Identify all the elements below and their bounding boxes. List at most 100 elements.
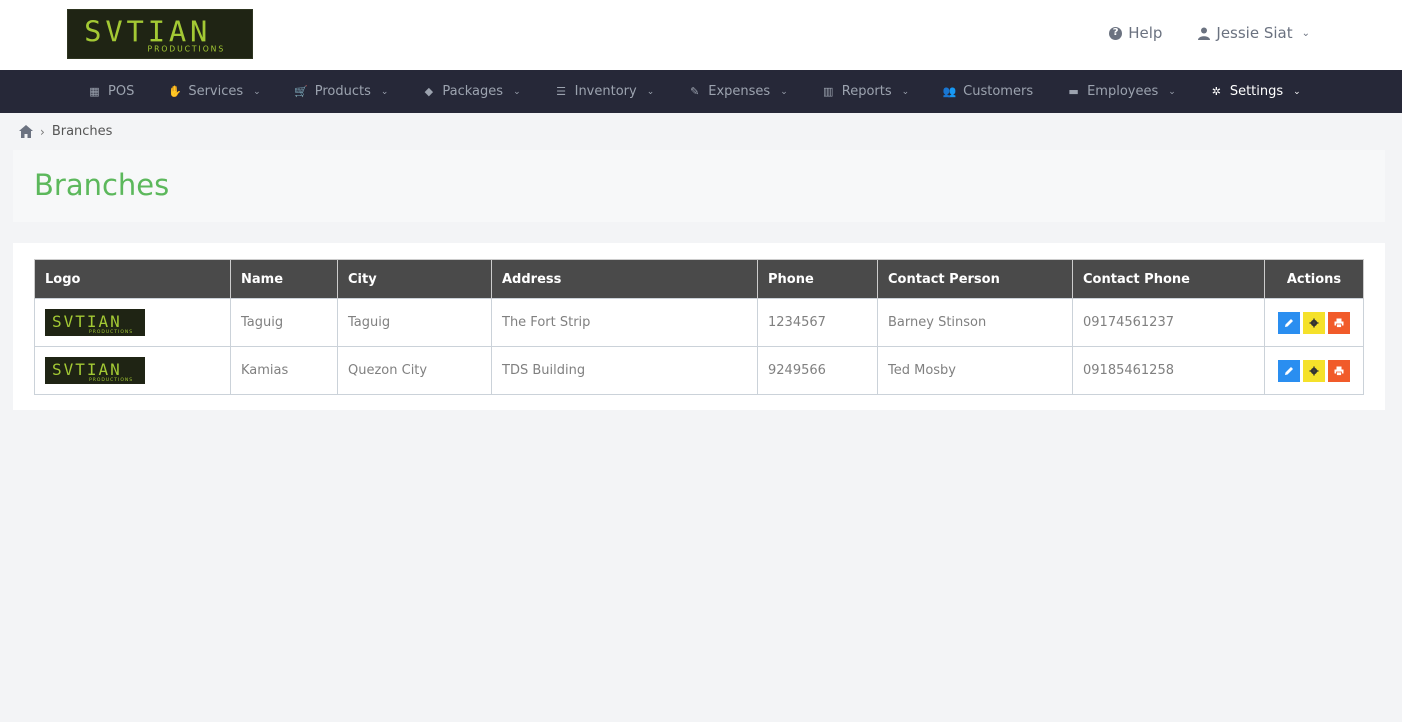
cell-actions [1264,346,1364,395]
col-actions: Actions [1264,259,1364,299]
nav-item-label: Services [188,84,244,99]
col-contact-person: Contact Person [877,259,1073,299]
print-button[interactable] [1328,311,1350,334]
col-name: Name [230,259,338,299]
nav-item-label: Settings [1229,84,1284,99]
cell-logo: SVTIAN PRODUCTIONS [34,298,231,347]
cell-city: Taguig [337,298,492,347]
nav-item-label: Inventory [574,84,637,99]
cell-name: Taguig [230,298,338,347]
user-icon [1198,27,1211,40]
branch-logo: SVTIAN PRODUCTIONS [45,357,145,384]
pencil-icon [1285,318,1293,327]
home-icon[interactable] [19,125,33,138]
chevron-down-icon: ⌄ [1301,27,1310,39]
nav-item-label: Employees [1087,84,1159,99]
tags-icon: ◆ [424,85,434,98]
question-circle-icon: ? [1109,26,1123,40]
cell-contact-person: Barney Stinson [877,298,1073,347]
nav-item-pos[interactable]: ▦ POS [88,84,134,99]
chevron-down-icon: ⌄ [901,86,910,97]
branch-logo: SVTIAN PRODUCTIONS [45,309,145,336]
nav-item-label: Customers [963,84,1034,99]
nav-item-label: Expenses [708,84,771,99]
branch-logo-wordmark: SVTIAN [52,360,122,379]
title-panel: Branches [13,150,1385,222]
table-row: SVTIAN PRODUCTIONS Kamias Quezon City TDS Bu… [34,346,1364,395]
nav-item-customers[interactable]: 👥 Customers [943,84,1033,99]
chevron-down-icon: ⌄ [253,86,261,97]
edit-icon: ✎ [690,85,700,98]
branches-card: Logo Name City Address Phone Contact Per… [13,243,1385,410]
col-contact-phone: Contact Phone [1072,259,1265,299]
cell-phone: 1234567 [757,298,878,347]
cell-contact-person: Ted Mosby [877,346,1073,395]
bar-chart-icon: ▥ [823,85,834,98]
col-phone: Phone [757,259,878,299]
edit-button[interactable] [1278,311,1300,334]
gear-icon [1309,366,1319,375]
nav-item-settings[interactable]: ✲ Settings ⌄ [1210,84,1301,99]
breadcrumb-current: Branches [51,124,113,139]
cell-phone: 9249566 [757,346,878,395]
breadcrumb: › Branches [19,124,112,139]
table-row: SVTIAN PRODUCTIONS Taguig Taguig The Fort St… [34,298,1364,347]
chevron-down-icon: ⌄ [780,86,788,97]
nav-item-expenses[interactable]: ✎ Expenses ⌄ [688,84,788,99]
nav-items: ▦ POS ✋ Services ⌄ 🛒 Products ⌄ ◆ Packages ⌄ ☰ Inven… [88,70,1335,113]
nav-item-label: POS [108,84,135,99]
chevron-down-icon: ⌄ [646,86,655,97]
chevron-down-icon: ⌄ [1293,86,1301,97]
nav-item-reports[interactable]: ▥ Reports ⌄ [822,84,909,99]
nav-item-label: Reports [841,84,892,99]
cell-address: The Fort Strip [491,298,758,347]
user-name: Jessie Siat [1216,24,1293,42]
cart-icon: 🛒 [294,85,309,98]
nav-item-employees[interactable]: ▬ Employees ⌄ [1067,84,1176,99]
settings-button[interactable] [1303,311,1325,334]
cell-address: TDS Building [491,346,758,395]
cell-logo: SVTIAN PRODUCTIONS [34,346,231,395]
logo-subtext: PRODUCTIONS [148,44,226,53]
cell-actions [1264,298,1364,347]
nav-item-packages[interactable]: ◆ Packages ⌄ [422,84,521,99]
main-navbar: ▦ POS ✋ Services ⌄ 🛒 Products ⌄ ◆ Packages ⌄ ☰ Inven… [0,70,1402,113]
top-header: SVTIAN PRODUCTIONS ? Help Jessie Siat ⌄ [0,0,1402,70]
branch-logo-subtext: PRODUCTIONS [89,329,133,335]
print-icon [1334,318,1344,328]
users-icon: 👥 [942,85,957,98]
branch-logo-wordmark: SVTIAN [52,312,122,331]
gear-icon: ✲ [1211,85,1221,98]
cell-contact-phone: 09185461258 [1072,346,1265,395]
pencil-icon [1285,366,1293,375]
settings-button[interactable] [1303,359,1325,382]
briefcase-icon: ▬ [1068,85,1079,98]
table-header-row: Logo Name City Address Phone Contact Per… [34,259,1364,299]
calculator-icon: ▦ [89,85,100,98]
cell-city: Quezon City [337,346,492,395]
user-menu[interactable]: Jessie Siat ⌄ [1198,24,1310,42]
hand-icon: ✋ [167,85,182,98]
gear-icon [1309,318,1319,327]
branches-table: Logo Name City Address Phone Contact Per… [34,259,1364,395]
col-address: Address [491,259,758,299]
cell-name: Kamias [230,346,338,395]
brand-logo[interactable]: SVTIAN PRODUCTIONS [67,9,253,59]
breadcrumb-separator: › [40,124,45,139]
nav-item-services[interactable]: ✋ Services ⌄ [167,84,261,99]
chevron-down-icon: ⌄ [1168,86,1176,97]
print-icon [1334,366,1344,376]
chevron-down-icon: ⌄ [380,86,389,97]
brand-logo-graphic: SVTIAN PRODUCTIONS [84,15,226,54]
cell-contact-phone: 09174561237 [1072,298,1265,347]
page-title: Branches [34,168,170,202]
edit-button[interactable] [1278,359,1300,382]
branch-logo-subtext: PRODUCTIONS [89,377,133,383]
list-icon: ☰ [556,85,567,98]
help-label: Help [1128,24,1163,42]
print-button[interactable] [1328,359,1350,382]
nav-item-inventory[interactable]: ☰ Inventory ⌄ [555,84,655,99]
nav-item-label: Products [314,84,371,99]
help-link[interactable]: ? Help [1109,24,1162,42]
nav-item-products[interactable]: 🛒 Products ⌄ [294,84,389,99]
